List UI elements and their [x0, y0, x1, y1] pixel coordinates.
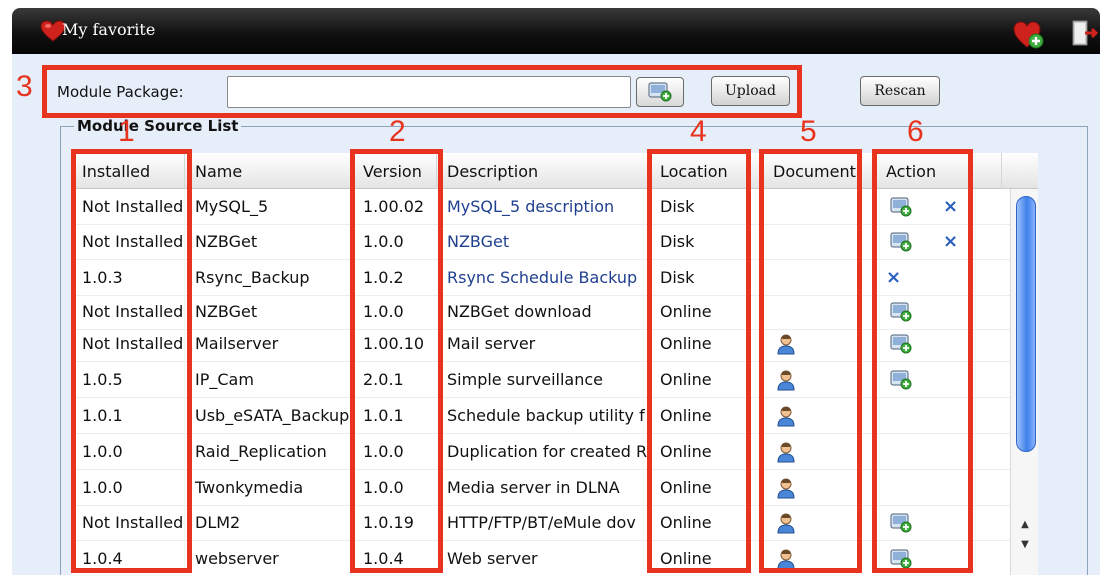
cell-name: NZBGet	[195, 302, 258, 321]
cell-description: Media server in DLNA	[447, 478, 620, 497]
annotation-box-action	[872, 149, 973, 573]
cell-description: HTTP/FTP/BT/eMule dov	[447, 513, 636, 532]
column-header-spacer	[1002, 153, 1038, 189]
column-header-description[interactable]: Description	[437, 153, 650, 189]
annotation-box-document	[759, 149, 862, 573]
annotation-box-location	[647, 149, 751, 573]
cell-description: Mail server	[447, 334, 536, 353]
module-source-legend: Module Source List	[74, 117, 242, 135]
annotation-number-2: 2	[389, 115, 406, 148]
rescan-button[interactable]: Rescan	[860, 76, 940, 106]
annotation-box-version	[350, 149, 443, 573]
cell-name: NZBGet	[195, 232, 258, 251]
cell-description: NZBGet download	[447, 302, 592, 321]
cell-name: IP_Cam	[195, 370, 254, 389]
cell-name: Raid_Replication	[195, 442, 327, 461]
cell-name: DLM2	[195, 513, 241, 532]
cell-description[interactable]: MySQL_5 description	[437, 189, 650, 224]
column-header-name[interactable]: Name	[185, 153, 353, 189]
scroll-up-arrow-icon[interactable]: ▲	[1017, 518, 1033, 532]
cell-name: Usb_eSATA_Backup	[195, 406, 350, 425]
cell-name: Rsync_Backup	[195, 268, 310, 287]
annotation-box-installed	[71, 149, 192, 573]
cell-description: Duplication for created R	[447, 442, 648, 461]
cell-name: Mailserver	[195, 334, 279, 353]
annotation-number-5: 5	[800, 115, 817, 148]
window-title: My favorite	[62, 20, 156, 39]
annotation-number-1: 1	[118, 115, 135, 148]
cell-description[interactable]: NZBGet	[437, 224, 650, 259]
annotation-number-6: 6	[907, 115, 924, 148]
annotation-box-package	[42, 65, 802, 118]
heart-add-icon[interactable]	[1012, 20, 1046, 50]
cell-name: webserver	[195, 549, 279, 568]
annotation-number-3: 3	[16, 70, 33, 103]
exit-door-icon[interactable]	[1069, 18, 1099, 48]
cell-description[interactable]: Rsync Schedule Backup	[437, 260, 650, 295]
title-bar: My favorite	[12, 8, 1100, 54]
cell-description: Schedule backup utility f	[447, 406, 645, 425]
cell-description: Simple surveillance	[447, 370, 604, 389]
cell-name: MySQL_5	[195, 197, 269, 216]
scrollbar-thumb[interactable]	[1016, 196, 1036, 452]
scroll-down-arrow-icon[interactable]: ▼	[1017, 538, 1033, 552]
cell-name: Twonkymedia	[195, 478, 304, 497]
cell-description: Web server	[447, 549, 538, 568]
annotation-number-4: 4	[690, 115, 707, 148]
